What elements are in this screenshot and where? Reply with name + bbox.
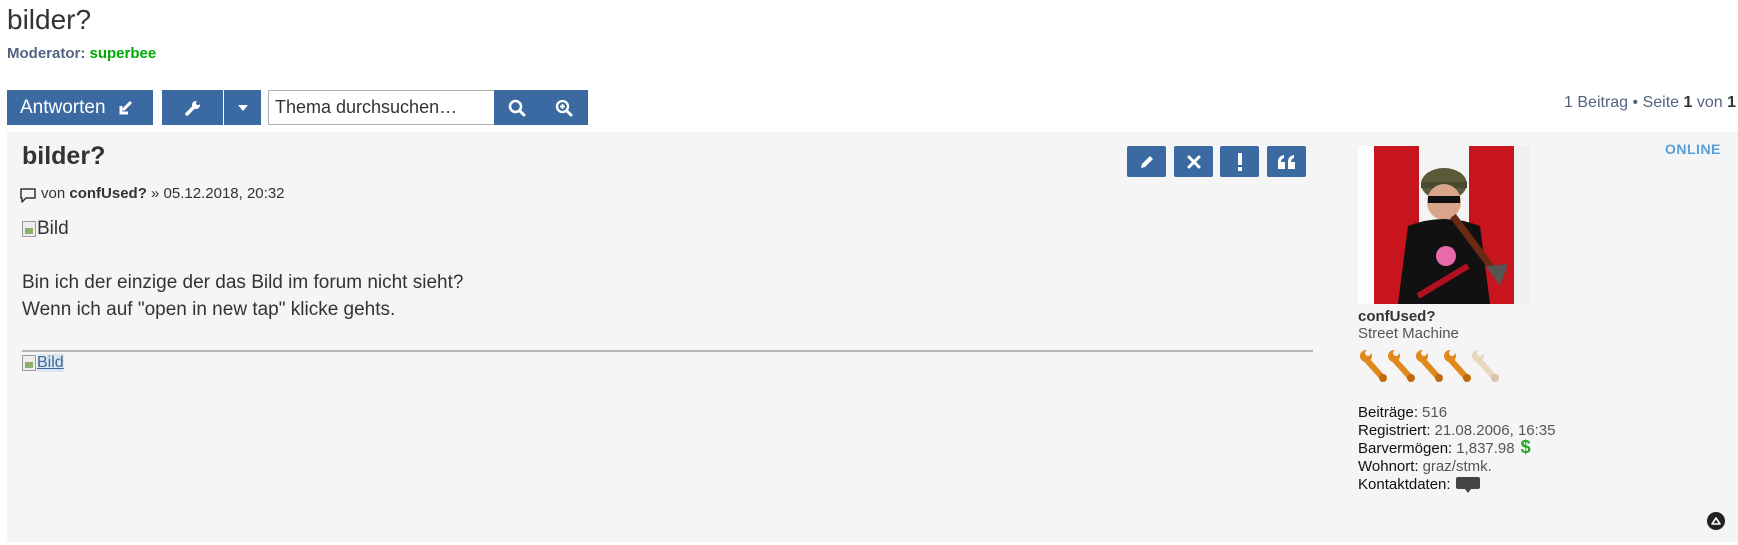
post-container: bilder? von confUsed? » 05.12.2018, 20:3…: [7, 132, 1738, 542]
arrow-up-icon: [1711, 516, 1721, 525]
field-value[interactable]: 516: [1422, 404, 1447, 422]
avatar[interactable]: [1358, 146, 1530, 304]
profile-fields: Beiträge: 516 Registriert: 21.08.2006, 1…: [1358, 404, 1555, 494]
advanced-search-button[interactable]: [540, 90, 588, 125]
post-date: » 05.12.2018, 20:32: [151, 184, 285, 202]
post-author[interactable]: confUsed?: [69, 185, 147, 202]
wrench-icon: [1444, 350, 1471, 382]
online-status: ONLINE: [1665, 141, 1721, 157]
wrench-icon: [1360, 350, 1387, 382]
search-input[interactable]: [268, 90, 494, 125]
search-button[interactable]: [494, 90, 540, 125]
signature-image-alt: Bild: [37, 354, 64, 372]
chat-bubble-icon[interactable]: [1455, 476, 1481, 494]
close-icon: [1187, 155, 1200, 168]
profile-header: confUsed? Street Machine: [1358, 308, 1459, 343]
quote-post-button[interactable]: [1267, 146, 1306, 177]
wrench-icon: [1416, 350, 1443, 382]
pagination-prefix: 1 Beitrag • Seite: [1564, 94, 1680, 111]
reply-arrow-icon: [119, 100, 132, 114]
field-label: Wohnort:: [1358, 458, 1419, 475]
caret-down-icon: [237, 104, 248, 111]
post-text-line: Wenn ich auf "open in new tap" klicke ge…: [22, 299, 396, 320]
pencil-icon: [1140, 155, 1153, 168]
field-label: Registriert:: [1358, 422, 1431, 439]
back-to-top-button[interactable]: [1707, 512, 1725, 530]
wrench-icon-empty: [1472, 350, 1499, 382]
pagination-of: von: [1696, 94, 1723, 111]
wrench-icon: [184, 100, 200, 116]
post-content: Bin ich der einzige der das Bild im foru…: [22, 269, 463, 323]
field-value: graz/stmk.: [1422, 458, 1492, 475]
exclamation-icon: [1237, 152, 1242, 171]
post-title[interactable]: bilder?: [22, 142, 105, 171]
page-title[interactable]: bilder?: [7, 4, 91, 36]
pagination-total: 1: [1727, 94, 1736, 111]
edit-post-button[interactable]: [1127, 146, 1166, 177]
topic-tools-dropdown[interactable]: [224, 90, 261, 125]
moderator-label: Moderator:: [7, 45, 86, 62]
pagination-current: 1: [1683, 94, 1693, 111]
zoom-in-icon: [555, 99, 573, 116]
broken-image-icon: [22, 221, 36, 237]
quote-icon: [1277, 154, 1295, 169]
reply-button[interactable]: Antworten: [7, 90, 153, 125]
field-label: Barvermögen:: [1358, 440, 1453, 457]
signature-divider: [22, 350, 1313, 352]
post-by-label: von: [41, 184, 66, 202]
pagination: 1 Beitrag • Seite 1 von 1: [1564, 94, 1736, 112]
profile-field-location: Wohnort: graz/stmk.: [1358, 458, 1555, 476]
search-icon: [508, 99, 526, 116]
report-post-button[interactable]: [1220, 146, 1259, 177]
profile-field-posts: Beiträge: 516: [1358, 404, 1555, 422]
post-image-alt: Bild: [37, 218, 69, 239]
field-label: Kontaktdaten:: [1358, 476, 1451, 493]
moderator-line: Moderator: superbee: [7, 45, 156, 62]
rank-wrench-icons: [1360, 350, 1499, 382]
wrench-icon: [1388, 350, 1415, 382]
profile-rank: Street Machine: [1358, 325, 1459, 342]
dollar-icon: $: [1520, 437, 1531, 457]
profile-field-contact: Kontaktdaten:: [1358, 476, 1555, 494]
reply-button-label: Antworten: [20, 96, 106, 118]
field-value: 1,837.98: [1456, 440, 1515, 457]
topic-tools-button[interactable]: [162, 90, 223, 125]
avatar-image: [1358, 146, 1530, 304]
signature-image-link[interactable]: Bild: [22, 354, 64, 372]
field-label: Beiträge:: [1358, 404, 1419, 421]
post-image: Bild: [22, 218, 69, 240]
post-link-icon[interactable]: [19, 186, 37, 204]
delete-post-button[interactable]: [1174, 146, 1213, 177]
profile-field-balance: Barvermögen: 1,837.98 $: [1358, 437, 1555, 458]
post-text-line: Bin ich der einzige der das Bild im foru…: [22, 272, 464, 293]
profile-username[interactable]: confUsed?: [1358, 308, 1459, 325]
broken-image-icon: [22, 355, 36, 371]
post-meta: von confUsed? » 05.12.2018, 20:32: [19, 182, 285, 204]
field-value: 21.08.2006, 16:35: [1434, 422, 1556, 439]
moderator-name[interactable]: superbee: [90, 45, 157, 62]
